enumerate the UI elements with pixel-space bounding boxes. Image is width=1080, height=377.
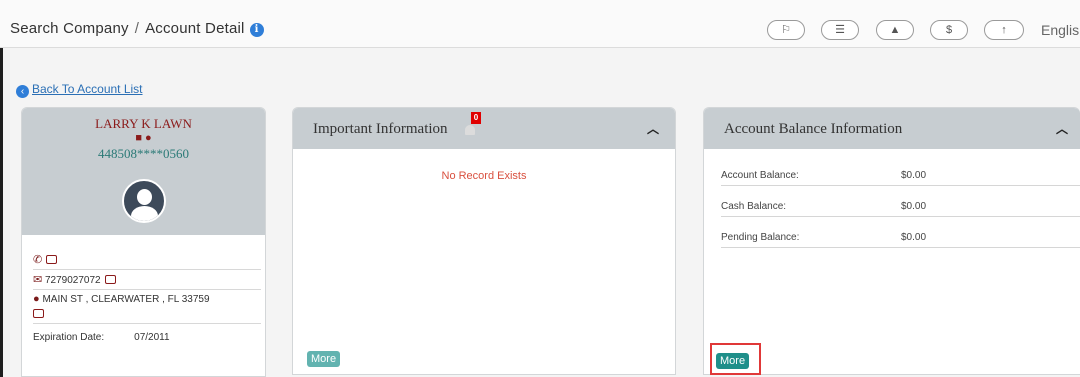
back-link-label: Back To Account List xyxy=(32,82,143,96)
bell-icon[interactable]: ▲ xyxy=(876,20,914,40)
no-record-message: No Record Exists xyxy=(441,170,527,182)
customer-name: LARRY K LAWN xyxy=(95,116,192,131)
balance-value: $0.00 xyxy=(901,170,927,181)
balance-row: Pending Balance: $0.00 xyxy=(721,228,1080,248)
expiration-label: Expiration Date: xyxy=(33,332,105,343)
bell-icon xyxy=(465,125,475,135)
account-balance-panel: Account Balance Information ︿ Account Ba… xyxy=(703,107,1080,375)
phone-icon: ✆ xyxy=(33,254,43,266)
important-information-panel: Important Information 0 ︿ No Record Exis… xyxy=(292,107,676,375)
breadcrumb: Search Company / Account Detail i xyxy=(10,20,264,37)
language-selector[interactable]: English xyxy=(1041,22,1080,38)
customer-actions: ■ ● xyxy=(22,132,265,144)
customer-card: LARRY K LAWN ■ ● 448508****0560 ✆ ✉ 7279… xyxy=(21,107,266,377)
important-information-header[interactable]: Important Information 0 ︿ xyxy=(293,108,675,149)
important-more-button[interactable]: More xyxy=(307,351,341,367)
back-to-account-list-link[interactable]: ‹ Back To Account List xyxy=(16,82,143,98)
highlight-box xyxy=(710,343,761,375)
expiration-row: Expiration Date: 07/2011 xyxy=(33,324,261,349)
account-balance-title: Account Balance Information xyxy=(724,121,903,137)
customer-details: ✆ ✉ 7279027072 ● MAIN ST , CLEARWATER , … xyxy=(22,235,265,349)
info-icon[interactable]: i xyxy=(249,23,264,37)
address-value: MAIN ST , CLEARWATER , FL 33759 xyxy=(42,294,210,305)
top-bar: Search Company / Account Detail i ⚐ ☰ ▲ $ ↑… xyxy=(0,0,1080,48)
avatar xyxy=(121,179,166,223)
important-information-title: Important Information xyxy=(313,121,448,137)
address-row: ● MAIN ST , CLEARWATER , FL 33759 xyxy=(33,290,261,324)
balance-label: Cash Balance: xyxy=(721,201,787,212)
account-balance-header[interactable]: Account Balance Information ︿ xyxy=(704,108,1080,149)
expiration-value: 07/2011 xyxy=(134,332,170,343)
chevron-up-icon[interactable]: ︿ xyxy=(1056,120,1068,137)
breadcrumb-separator: / xyxy=(134,20,140,37)
edit-phone-icon[interactable] xyxy=(46,255,58,264)
user-icon[interactable]: ● xyxy=(145,132,152,144)
upload-icon[interactable]: ↑ xyxy=(984,20,1024,40)
edit-email-icon[interactable] xyxy=(104,275,116,284)
trash-icon[interactable]: ■ xyxy=(135,132,142,144)
flag-icon[interactable]: ⚐ xyxy=(767,20,805,40)
breadcrumb-current: Account Detail xyxy=(145,20,245,37)
envelope-icon: ✉ xyxy=(33,274,43,286)
list-icon[interactable]: ☰ xyxy=(821,20,859,40)
dollar-icon[interactable]: $ xyxy=(930,20,968,40)
customer-account-number: 448508****0560 xyxy=(98,146,189,161)
notification-badge: 0 xyxy=(471,112,481,124)
balance-label: Account Balance: xyxy=(721,170,799,181)
email-value: 7279027072 xyxy=(45,275,101,286)
arrow-left-icon: ‹ xyxy=(16,85,29,98)
phone-row: ✆ xyxy=(33,235,261,270)
balance-row: Cash Balance: $0.00 xyxy=(721,197,1080,217)
customer-card-header: LARRY K LAWN ■ ● 448508****0560 xyxy=(22,108,265,235)
breadcrumb-parent[interactable]: Search Company xyxy=(10,20,129,37)
balance-row: Account Balance: $0.00 xyxy=(721,166,1080,186)
balance-label: Pending Balance: xyxy=(721,232,800,243)
balance-value: $0.00 xyxy=(901,232,927,243)
balance-value: $0.00 xyxy=(901,201,927,212)
map-marker-icon: ● xyxy=(33,293,40,305)
chevron-up-icon[interactable]: ︿ xyxy=(647,120,659,137)
edit-address-icon[interactable] xyxy=(33,309,44,318)
email-row: ✉ 7279027072 xyxy=(33,270,261,290)
